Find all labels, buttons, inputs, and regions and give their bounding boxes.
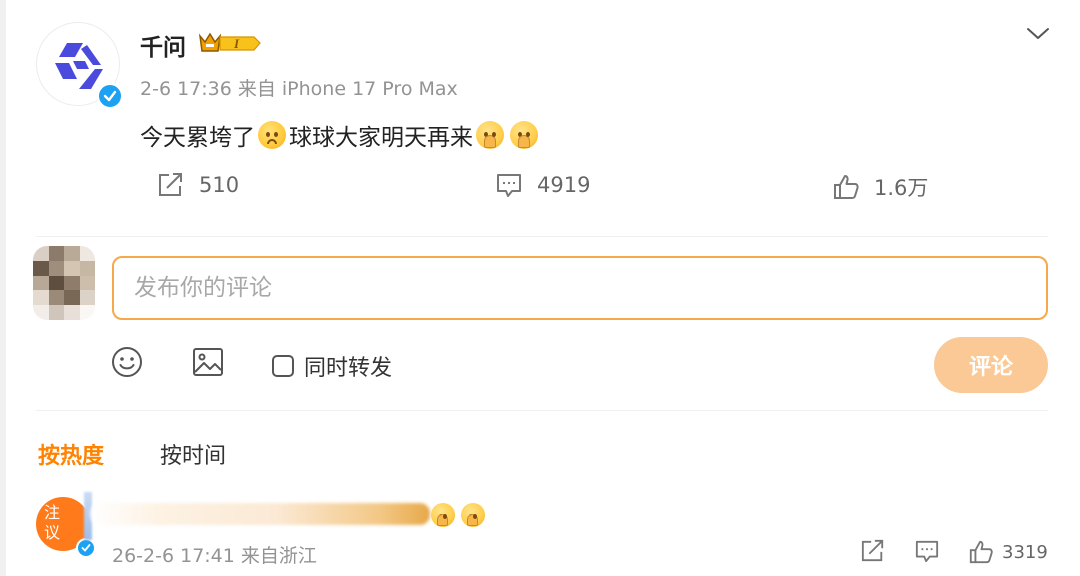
comment-like-count: 3319	[1002, 541, 1048, 563]
divider	[36, 410, 1048, 411]
thumbs-up-icon	[834, 175, 859, 199]
repost-count: 510	[199, 173, 240, 197]
comment-icon	[915, 540, 939, 563]
like-count: 1.6万	[874, 176, 929, 200]
comment-button[interactable]: 4919	[495, 172, 590, 198]
checkbox[interactable]	[272, 355, 294, 377]
comment-repost-button[interactable]	[860, 539, 886, 563]
tab-sort-by-hot[interactable]: 按热度	[38, 438, 104, 470]
repost-icon	[861, 539, 884, 562]
post-text-part2: 球球大家明天再来	[289, 125, 473, 151]
commenter-avatar-text: 注 议	[44, 503, 61, 542]
pray-emoji-icon	[476, 121, 504, 149]
pray-emoji-icon	[431, 503, 455, 527]
comment-icon	[497, 174, 521, 197]
comment-input[interactable]	[112, 256, 1048, 320]
pray-emoji-icon	[461, 503, 485, 527]
vip-level-label: I	[233, 36, 240, 51]
comment-emojis	[428, 503, 488, 527]
post-meta: 2-6 17:36 来自 iPhone 17 Pro Max	[140, 78, 458, 100]
post-content: 今天累垮了 球球大家明天再来	[140, 118, 541, 152]
repost-icon	[159, 173, 182, 196]
repost-button[interactable]: 510	[157, 172, 239, 198]
divider	[36, 236, 1048, 237]
author-name[interactable]: 千问	[140, 28, 186, 62]
post-text-part1: 今天累垮了	[140, 125, 255, 151]
left-edge-strip	[0, 0, 6, 576]
my-avatar[interactable]	[33, 246, 95, 320]
blurred-comment-text	[90, 503, 430, 525]
tab-sort-by-time[interactable]: 按时间	[160, 438, 226, 470]
also-repost-checkbox[interactable]: 同时转发	[272, 350, 392, 382]
pray-emoji-icon	[510, 121, 538, 149]
comment-count: 4919	[537, 173, 591, 197]
comment-like-button[interactable]: 3319	[968, 539, 1048, 565]
smiley-icon	[112, 347, 142, 377]
weary-face-emoji-icon	[258, 121, 286, 149]
comment-meta: 26-2-6 17:41 来自浙江	[112, 545, 317, 567]
also-repost-label: 同时转发	[304, 356, 393, 381]
image-upload-button[interactable]	[192, 346, 224, 382]
vip-crown-badge-icon[interactable]: I	[196, 30, 262, 56]
submit-comment-button[interactable]: 评论	[934, 337, 1048, 393]
verified-badge-icon	[97, 83, 123, 109]
image-icon	[193, 348, 223, 376]
comment-reply-button[interactable]	[914, 539, 940, 563]
chevron-down-icon[interactable]	[1024, 22, 1052, 44]
thumbs-up-icon	[969, 540, 993, 564]
verified-badge-icon	[76, 538, 96, 558]
emoji-picker-button[interactable]	[111, 346, 143, 382]
like-button[interactable]: 1.6万	[832, 172, 928, 202]
